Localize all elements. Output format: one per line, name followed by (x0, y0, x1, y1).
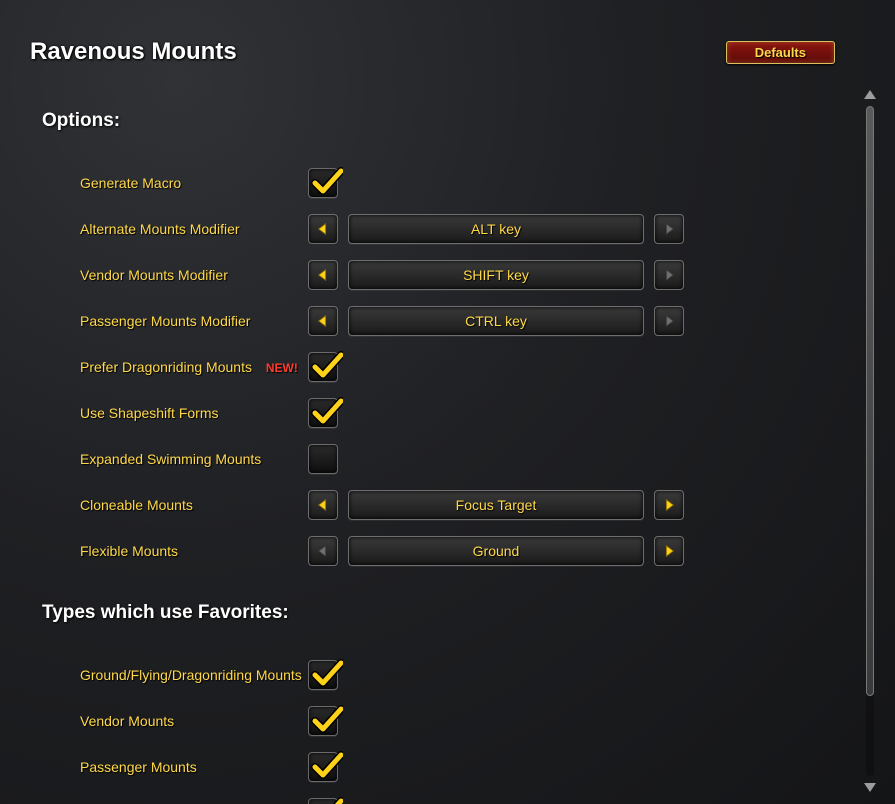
checkbox-generate-macro[interactable] (308, 168, 338, 198)
row-expanded-swimming: Expanded Swimming Mounts (42, 436, 831, 482)
label-fav-vendor: Vendor Mounts (80, 713, 308, 729)
chevron-right-icon (662, 544, 676, 558)
chevron-right-icon (662, 498, 676, 512)
chevron-down-icon (861, 778, 879, 796)
row-flexible: Flexible Mounts Ground (42, 528, 831, 574)
alt-modifier-value[interactable]: ALT key (348, 214, 644, 244)
row-fav-ground-flying: Ground/Flying/Dragonriding Mounts (42, 652, 831, 698)
scrollbar-thumb[interactable] (866, 106, 874, 696)
alt-modifier-next-button[interactable] (654, 214, 684, 244)
section-header-favorites: Types which use Favorites: (42, 602, 831, 624)
flexible-next-button[interactable] (654, 536, 684, 566)
flexible-prev-button[interactable] (308, 536, 338, 566)
check-icon (311, 797, 343, 804)
cloneable-value[interactable]: Focus Target (348, 490, 644, 520)
scrollbar-track[interactable] (866, 106, 874, 776)
label-use-shapeshift: Use Shapeshift Forms (80, 405, 308, 421)
label-cloneable: Cloneable Mounts (80, 497, 308, 513)
passenger-modifier-prev-button[interactable] (308, 306, 338, 336)
row-passenger-modifier: Passenger Mounts Modifier CTRL key (42, 298, 831, 344)
chevron-left-icon (316, 544, 330, 558)
options-scroll-area: Options: Generate Macro Alternate Mounts… (0, 80, 861, 804)
vendor-modifier-next-button[interactable] (654, 260, 684, 290)
checkbox-fav-swimming[interactable] (308, 798, 338, 804)
row-fav-passenger: Passenger Mounts (42, 744, 831, 790)
vendor-modifier-value[interactable]: SHIFT key (348, 260, 644, 290)
label-fav-passenger: Passenger Mounts (80, 759, 308, 775)
label-prefer-dragonriding-text: Prefer Dragonriding Mounts (80, 359, 252, 375)
check-icon (311, 751, 343, 783)
chevron-right-icon (662, 314, 676, 328)
row-cloneable: Cloneable Mounts Focus Target (42, 482, 831, 528)
cloneable-prev-button[interactable] (308, 490, 338, 520)
check-icon (311, 351, 343, 383)
checkbox-fav-passenger[interactable] (308, 752, 338, 782)
chevron-left-icon (316, 222, 330, 236)
checkbox-fav-vendor[interactable] (308, 706, 338, 736)
checkbox-fav-ground-flying[interactable] (308, 660, 338, 690)
new-badge: NEW! (266, 361, 298, 375)
checkbox-use-shapeshift[interactable] (308, 398, 338, 428)
passenger-modifier-value[interactable]: CTRL key (348, 306, 644, 336)
row-vendor-modifier: Vendor Mounts Modifier SHIFT key (42, 252, 831, 298)
label-flexible: Flexible Mounts (80, 543, 308, 559)
scrollbar-up-button[interactable] (861, 86, 879, 104)
label-expanded-swimming: Expanded Swimming Mounts (80, 451, 308, 467)
check-icon (311, 167, 343, 199)
chevron-right-icon (662, 268, 676, 282)
row-fav-swimming: Swimming Mounts (42, 790, 831, 804)
chevron-left-icon (316, 314, 330, 328)
alt-modifier-prev-button[interactable] (308, 214, 338, 244)
scrollbar[interactable] (861, 86, 879, 796)
section-header-options: Options: (42, 110, 831, 132)
check-icon (311, 705, 343, 737)
flexible-value[interactable]: Ground (348, 536, 644, 566)
row-fav-vendor: Vendor Mounts (42, 698, 831, 744)
chevron-up-icon (861, 86, 879, 104)
label-vendor-modifier: Vendor Mounts Modifier (80, 267, 308, 283)
label-prefer-dragonriding: Prefer Dragonriding Mounts NEW! (80, 359, 308, 375)
cloneable-next-button[interactable] (654, 490, 684, 520)
row-alt-modifier: Alternate Mounts Modifier ALT key (42, 206, 831, 252)
checkbox-expanded-swimming[interactable] (308, 444, 338, 474)
row-generate-macro: Generate Macro (42, 160, 831, 206)
passenger-modifier-next-button[interactable] (654, 306, 684, 336)
row-use-shapeshift: Use Shapeshift Forms (42, 390, 831, 436)
defaults-button[interactable]: Defaults (726, 41, 835, 64)
page-title: Ravenous Mounts (30, 38, 237, 66)
checkbox-prefer-dragonriding[interactable] (308, 352, 338, 382)
label-fav-ground-flying: Ground/Flying/Dragonriding Mounts (80, 667, 308, 683)
check-icon (311, 659, 343, 691)
scrollbar-down-button[interactable] (861, 778, 879, 796)
chevron-left-icon (316, 498, 330, 512)
chevron-right-icon (662, 222, 676, 236)
label-passenger-modifier: Passenger Mounts Modifier (80, 313, 308, 329)
label-alt-modifier: Alternate Mounts Modifier (80, 221, 308, 237)
check-icon (311, 397, 343, 429)
vendor-modifier-prev-button[interactable] (308, 260, 338, 290)
chevron-left-icon (316, 268, 330, 282)
row-prefer-dragonriding: Prefer Dragonriding Mounts NEW! (42, 344, 831, 390)
label-generate-macro: Generate Macro (80, 175, 308, 191)
